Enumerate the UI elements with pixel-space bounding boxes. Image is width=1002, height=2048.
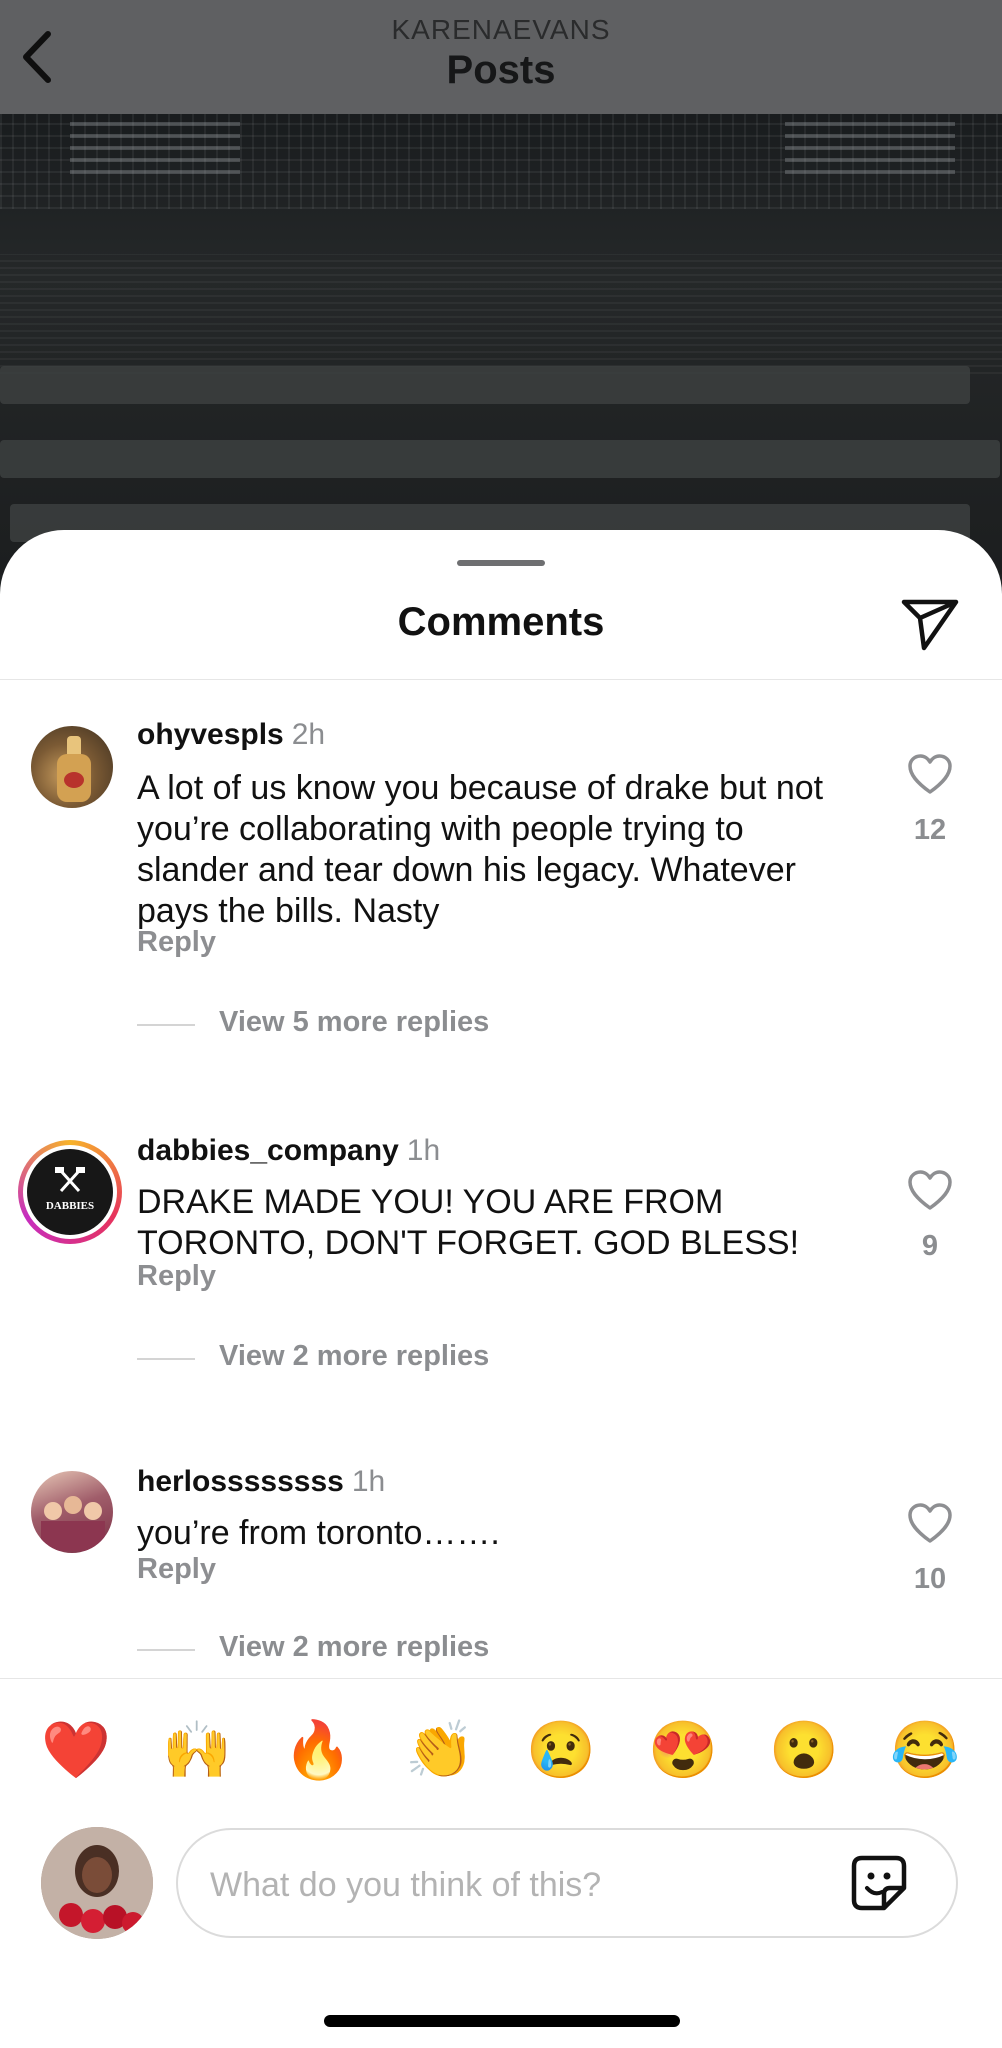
view-replies-button[interactable]: View 2 more replies: [219, 1340, 489, 1373]
ceiling-light: [785, 114, 955, 174]
emoji-bar: ❤️ 🙌 🔥 👏 😢 😍 😮 😂: [0, 1712, 1002, 1788]
comment-input-field[interactable]: [176, 1828, 958, 1938]
heart-outline-icon[interactable]: [906, 752, 954, 796]
heart-outline-icon[interactable]: [906, 1168, 954, 1212]
divider: [0, 679, 1002, 680]
crossed-axes-icon: DABBIES: [46, 1167, 94, 1212]
replies-line: [137, 1649, 195, 1651]
timestamp: 1h: [351, 1465, 386, 1498]
sticker-icon[interactable]: [848, 1852, 910, 1914]
avatar: DABBIES: [27, 1149, 113, 1235]
reply-button[interactable]: Reply: [137, 926, 216, 959]
like-count: 12: [913, 814, 947, 846]
avatar[interactable]: [31, 726, 113, 808]
heart-outline-icon[interactable]: [906, 1501, 954, 1545]
page-title: Posts: [446, 48, 556, 92]
comment-text: DRAKE MADE YOU! YOU ARE FROM TORONTO, DO…: [137, 1183, 800, 1262]
sheet-grabber[interactable]: [457, 560, 545, 566]
current-user-avatar: [41, 1827, 153, 1939]
heart-eyes-emoji-button[interactable]: 😍: [643, 1712, 723, 1788]
laughing-emoji-button[interactable]: 😂: [885, 1712, 965, 1788]
comment-text: you’re from toronto…….: [137, 1514, 500, 1552]
post-image: [0, 114, 1002, 574]
sheet-title: Comments: [397, 600, 605, 644]
reply-button[interactable]: Reply: [137, 1260, 216, 1293]
replies-line: [137, 1358, 195, 1360]
username[interactable]: ohyvespls: [137, 718, 284, 751]
comment-input[interactable]: [208, 1854, 812, 1916]
shelf: [0, 440, 1000, 478]
view-replies-button[interactable]: View 2 more replies: [219, 1631, 489, 1664]
timestamp: 2h: [291, 718, 326, 751]
home-indicator[interactable]: [324, 2015, 680, 2027]
avatar-label: DABBIES: [46, 1200, 94, 1212]
divider: [0, 1678, 1002, 1679]
fire-emoji-button[interactable]: 🔥: [278, 1712, 358, 1788]
comment-header: dabbies_company 1h: [137, 1134, 440, 1168]
comments-sheet: Comments ohyvespls 2h A lot of us know yo…: [0, 530, 1002, 2048]
comment-text: A lot of us know you because of drake bu…: [137, 769, 824, 930]
paper-plane-icon[interactable]: [898, 594, 962, 654]
view-replies-button[interactable]: View 5 more replies: [219, 1006, 489, 1039]
avatar[interactable]: [31, 1471, 113, 1553]
username[interactable]: dabbies_company: [137, 1134, 399, 1167]
heart-emoji-button[interactable]: ❤️: [36, 1712, 116, 1788]
like-count: 9: [921, 1230, 939, 1262]
comment-header: ohyvespls 2h: [137, 718, 325, 752]
reply-button[interactable]: Reply: [137, 1553, 216, 1586]
ceiling-light: [70, 114, 240, 174]
bottle-icon: [57, 736, 91, 802]
post-owner-name: KARENAEVANS: [391, 14, 611, 45]
group-photo-icon: [41, 1496, 105, 1551]
top-header: KARENAEVANS Posts: [0, 0, 1002, 114]
comment-header: herlossssssss 1h: [137, 1465, 385, 1499]
profile-photo-icon: [41, 1827, 153, 1939]
like-count: 10: [913, 1563, 947, 1595]
replies-line: [137, 1024, 195, 1026]
story-ring[interactable]: DABBIES: [18, 1140, 122, 1244]
crying-emoji-button[interactable]: 😢: [521, 1712, 601, 1788]
clapping-emoji-button[interactable]: 👏: [400, 1712, 480, 1788]
username[interactable]: herlossssssss: [137, 1465, 344, 1498]
shelf: [0, 366, 970, 404]
timestamp: 1h: [406, 1134, 441, 1167]
surprised-emoji-button[interactable]: 😮: [764, 1712, 844, 1788]
raising-hands-emoji-button[interactable]: 🙌: [157, 1712, 237, 1788]
wall-stripes: [0, 254, 1002, 374]
